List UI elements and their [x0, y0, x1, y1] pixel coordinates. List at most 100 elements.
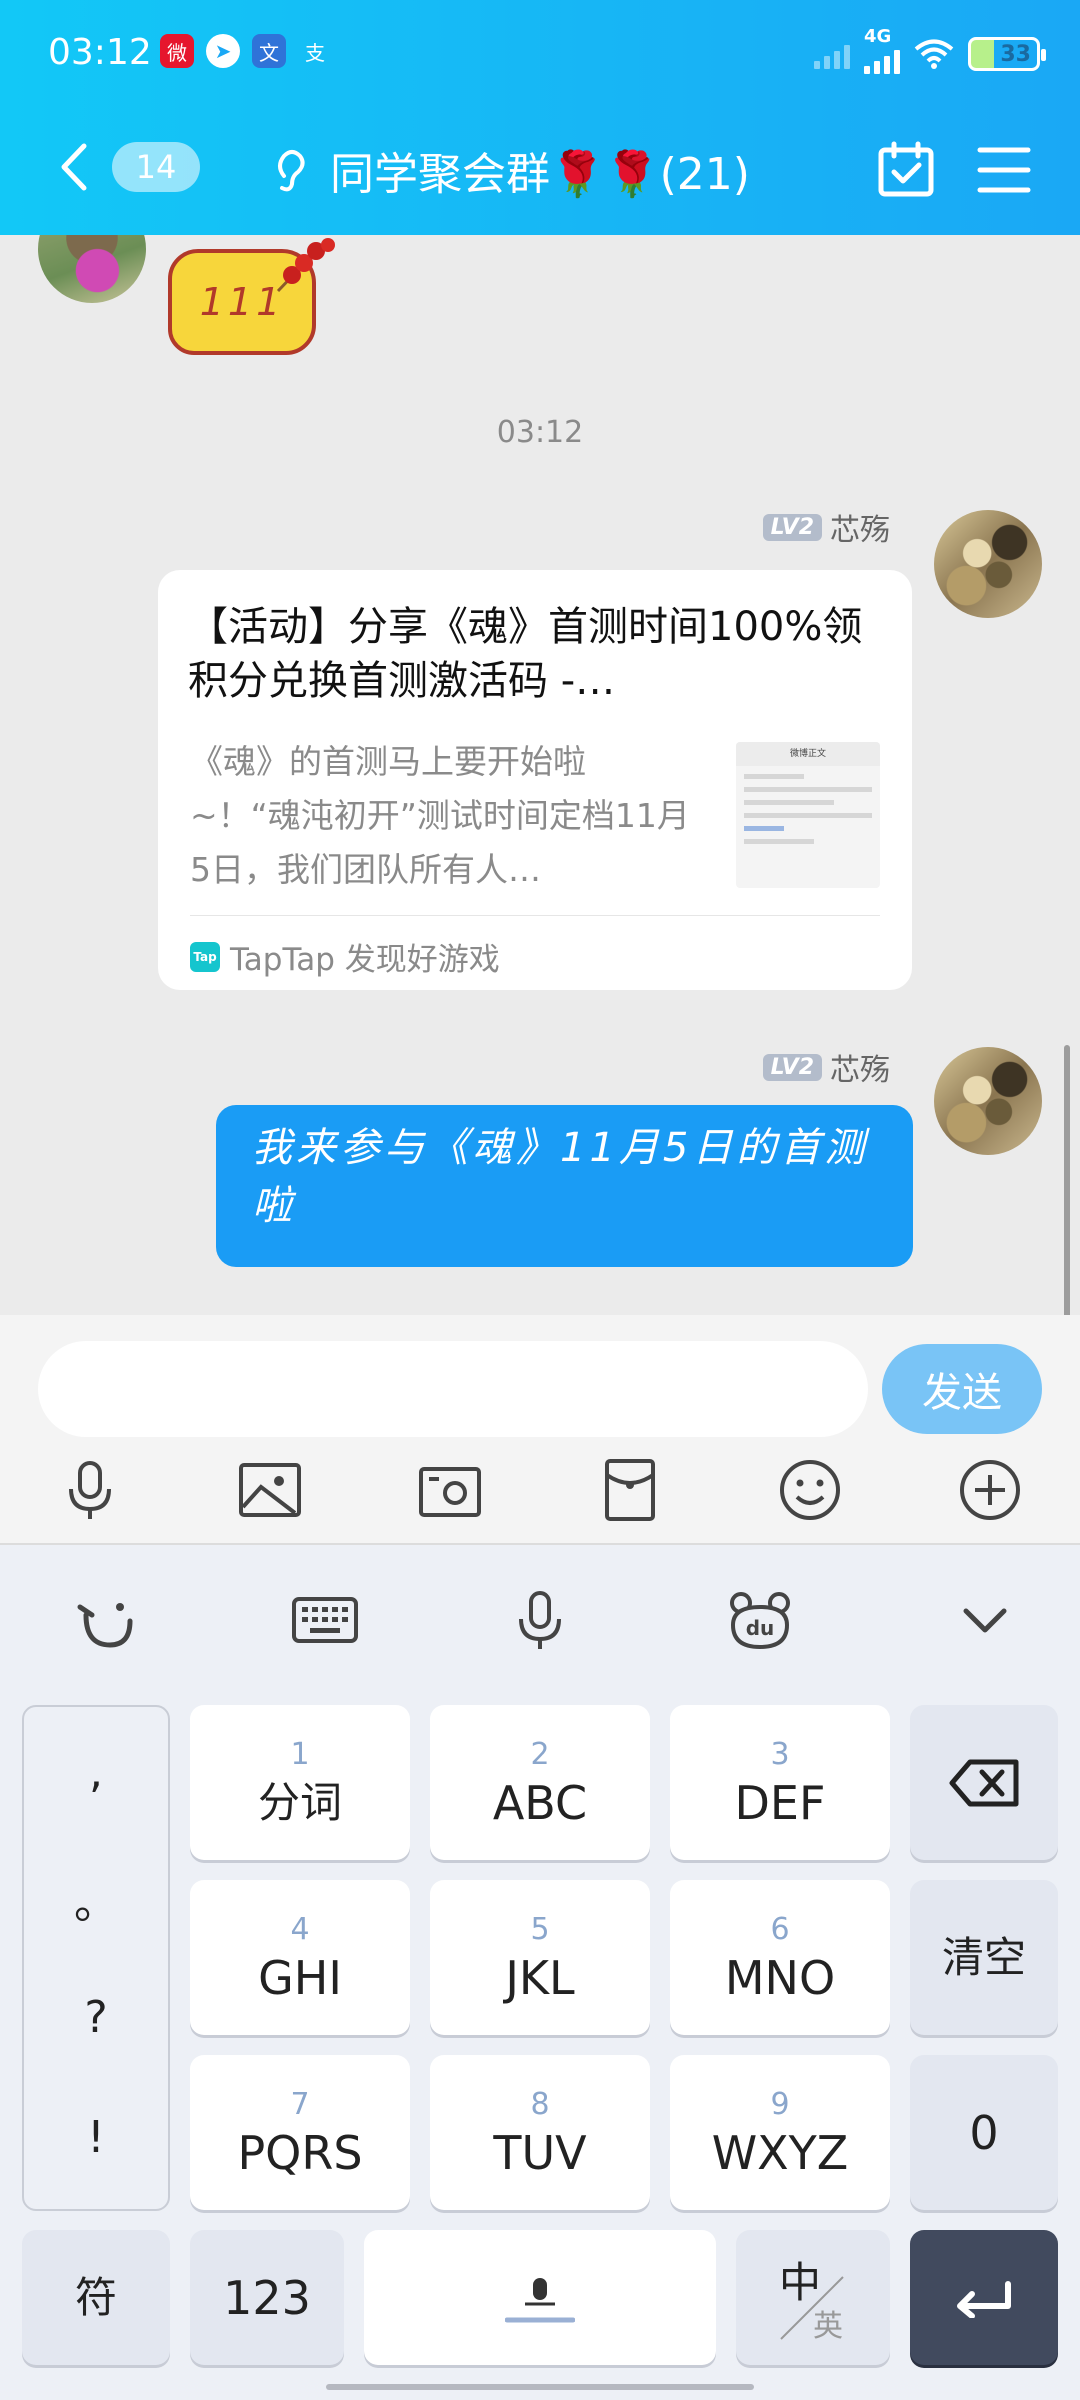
- card-divider: [190, 915, 880, 916]
- header-bar: 03:12 微 ➤ 文 支 4G 33 14 同学聚会群🌹🌹(21): [0, 0, 1080, 235]
- key-9[interactable]: 9 WXYZ: [670, 2055, 890, 2210]
- menu-icon[interactable]: [976, 144, 1032, 196]
- notification-icons: 微 ➤ 文 支: [160, 34, 332, 68]
- group-title[interactable]: 同学聚会群🌹🌹(21): [330, 138, 750, 202]
- home-indicator[interactable]: [326, 2384, 754, 2390]
- key-label: MNO: [724, 1950, 836, 2005]
- keyboard: du , 。 ? ! 1 分词 2 ABC 3 DEF 4 GHI 5 JKL: [0, 1545, 1080, 2400]
- key-3[interactable]: 3 DEF: [670, 1705, 890, 1860]
- keyboard-icon[interactable]: [290, 1585, 360, 1655]
- network-type: 4G: [864, 26, 892, 47]
- key-label: ABC: [492, 1775, 588, 1830]
- ime-logo-icon[interactable]: [72, 1585, 142, 1655]
- avatar[interactable]: [38, 235, 146, 303]
- key-label: GHI: [258, 1950, 342, 2005]
- key-label: 分词: [257, 1777, 342, 1827]
- composer-toolbar: [0, 1455, 1080, 1535]
- card-title: 【活动】分享《魂》首测时间100%领积分兑换首测激活码 -…: [188, 604, 863, 704]
- punctuation-column[interactable]: , 。 ? !: [22, 1705, 170, 2211]
- composer: 发送: [0, 1315, 1080, 1545]
- space-key[interactable]: [364, 2230, 716, 2365]
- key-2[interactable]: 2 ABC: [430, 1705, 650, 1860]
- send-button[interactable]: 发送: [882, 1344, 1042, 1434]
- keyboard-toolbar: du: [0, 1545, 1080, 1695]
- image-icon[interactable]: [235, 1455, 305, 1525]
- punct-exclaim[interactable]: !: [24, 2112, 168, 2163]
- punct-question[interactable]: ?: [24, 1992, 168, 2043]
- key-label: DEF: [734, 1775, 826, 1830]
- message-timestamp: 03:12: [496, 415, 584, 450]
- sender-info: LV2 芯殇: [762, 505, 890, 549]
- nav-bar: 14 同学聚会群🌹🌹(21): [0, 120, 1080, 220]
- key-number: 6: [770, 1911, 790, 1947]
- card-source: Tap TapTap 发现好游戏: [190, 934, 500, 979]
- key-number: 4: [290, 1911, 310, 1947]
- numeric-key[interactable]: 123: [190, 2230, 344, 2365]
- status-bar: 03:12 微 ➤ 文 支 4G 33: [0, 26, 1080, 78]
- du-bear-icon[interactable]: du: [725, 1585, 795, 1655]
- key-6[interactable]: 6 MNO: [670, 1880, 890, 2035]
- taptap-icon: Tap: [190, 941, 220, 972]
- key-label: TUV: [493, 2125, 587, 2180]
- key-label: WXYZ: [711, 2125, 849, 2180]
- card-thumbnail: 微博正文: [736, 742, 880, 888]
- enter-icon: [957, 2280, 1011, 2318]
- back-arrow-icon[interactable]: [54, 142, 94, 192]
- card-source-text: TapTap 发现好游戏: [230, 942, 500, 978]
- chevron-down-icon[interactable]: [950, 1585, 1020, 1655]
- symbol-key[interactable]: 符: [22, 2230, 170, 2365]
- compass-icon: ➤: [206, 34, 240, 68]
- key-number: 3: [770, 1736, 790, 1772]
- voice-input-icon[interactable]: [505, 1585, 575, 1655]
- key-1[interactable]: 1 分词: [190, 1705, 410, 1860]
- key-0[interactable]: 0: [910, 2055, 1058, 2210]
- share-card[interactable]: 【活动】分享《魂》首测时间100%领积分兑换首测激活码 -… 《魂》的首测马上要…: [158, 570, 912, 990]
- card-description: 《魂》的首测马上要开始啦~！“魂沌初开”测试时间定档11月5日，我们团队所有人…: [190, 742, 690, 889]
- microphone-icon[interactable]: [55, 1455, 125, 1525]
- key-label: 0: [969, 2105, 999, 2160]
- key-label: 清空: [941, 1932, 1026, 1982]
- status-time: 03:12: [48, 32, 152, 73]
- key-number: 5: [530, 1911, 550, 1947]
- battery-level: 33: [1000, 41, 1031, 67]
- avatar[interactable]: [934, 510, 1042, 618]
- key-4[interactable]: 4 GHI: [190, 1880, 410, 2035]
- camera-icon[interactable]: [415, 1455, 485, 1525]
- translate-icon: 文: [252, 34, 286, 68]
- chat-area[interactable]: 111 03:12 LV2 芯殇 【活动】分享《魂》首测时间100%领积分兑换首…: [0, 235, 1080, 1315]
- message-bubble[interactable]: 我来参与《魂》11月5日的首测啦: [216, 1105, 913, 1267]
- space-mic-icon: [505, 2277, 575, 2322]
- unread-badge[interactable]: 14: [112, 142, 200, 192]
- avatar[interactable]: [934, 1047, 1042, 1155]
- clear-key[interactable]: 清空: [910, 1880, 1058, 2035]
- backspace-icon: [949, 1759, 1019, 1806]
- wifi-icon: [914, 39, 954, 69]
- key-label: JKL: [505, 1950, 575, 2005]
- key-label: 符: [74, 2272, 117, 2322]
- emoji-icon[interactable]: [775, 1455, 845, 1525]
- punct-period[interactable]: 。: [24, 1867, 168, 1931]
- language-toggle-key[interactable]: 中 英: [736, 2230, 890, 2365]
- key-8[interactable]: 8 TUV: [430, 2055, 650, 2210]
- key-number: 1: [290, 1736, 310, 1772]
- status-right: 4G 33: [814, 26, 1046, 74]
- plus-icon[interactable]: [955, 1455, 1025, 1525]
- key-number: 8: [530, 2086, 550, 2122]
- message-input[interactable]: [38, 1341, 868, 1437]
- backspace-key[interactable]: [910, 1705, 1058, 1860]
- signal-sim1-icon: [864, 44, 900, 74]
- earpiece-mode-icon[interactable]: [272, 146, 310, 194]
- sender-name: 芯殇: [830, 1053, 890, 1088]
- enter-key[interactable]: [910, 2230, 1058, 2365]
- scrollbar[interactable]: [1064, 1045, 1070, 1315]
- key-label: 123: [223, 2270, 311, 2325]
- calendar-check-icon[interactable]: [876, 140, 936, 200]
- sender-info: LV2 芯殇: [762, 1045, 890, 1089]
- key-5[interactable]: 5 JKL: [430, 1880, 650, 2035]
- punct-comma[interactable]: ,: [24, 1747, 168, 1798]
- key-7[interactable]: 7 PQRS: [190, 2055, 410, 2210]
- candied-haws-icon: [276, 238, 335, 293]
- signal-sim2-icon: [814, 39, 850, 69]
- red-packet-icon[interactable]: [595, 1455, 665, 1525]
- key-label: PQRS: [237, 2125, 363, 2180]
